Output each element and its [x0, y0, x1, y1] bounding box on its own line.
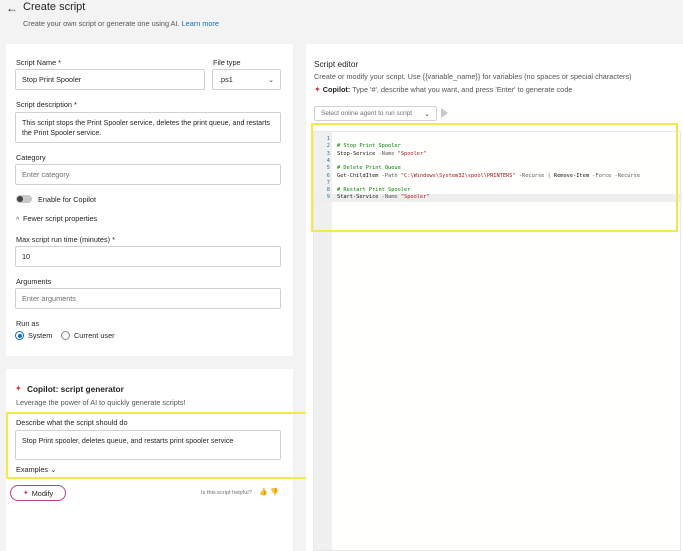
thumbs-down-icon[interactable]: 👎	[270, 488, 279, 496]
description-label: Script description *	[16, 100, 77, 109]
chevron-down-icon: ⌄	[268, 76, 274, 84]
run-as-current-user-label: Current user	[74, 331, 115, 340]
thumbs-up-icon[interactable]: 👍	[259, 488, 268, 496]
max-runtime-input[interactable]: 10	[15, 246, 281, 267]
generator-title: Copilot: script generator	[27, 384, 124, 394]
page-title: Create script	[23, 1, 86, 13]
modify-label: Modify	[31, 488, 54, 498]
file-type-label: File type	[213, 58, 241, 67]
copilot-hint: ✦ Copilot: Type '#', describe what you w…	[314, 85, 573, 94]
run-as-system-radio[interactable]	[15, 331, 24, 340]
copilot-toggle[interactable]	[16, 195, 32, 203]
file-type-select[interactable]: .ps1 ⌄	[212, 69, 281, 90]
copilot-sparkle-icon: ✦	[15, 384, 22, 393]
file-type-value: .ps1	[219, 75, 233, 84]
copilot-sparkle-icon: ✦	[314, 85, 321, 94]
highlight-box-editor	[311, 123, 678, 232]
page-subtitle: Create your own script or generate one u…	[23, 19, 219, 28]
run-script-icon[interactable]	[441, 108, 448, 118]
run-as-current-user-radio[interactable]	[61, 331, 70, 340]
description-textarea[interactable]: This script stops the Print Spooler serv…	[15, 112, 281, 143]
helpful-prompt: Is this script helpful?	[201, 490, 252, 496]
category-label: Category	[16, 153, 46, 162]
script-name-label: Script Name *	[16, 58, 62, 67]
run-as-label: Run as	[16, 319, 40, 328]
chevron-down-icon: ⌄	[424, 110, 430, 118]
script-name-input[interactable]: Stop Print Spooler	[15, 69, 205, 90]
copilot-toggle-label: Enable for Copilot	[38, 195, 97, 204]
learn-more-link[interactable]: Learn more	[182, 19, 219, 28]
generator-subtitle: Leverage the power of AI to quickly gene…	[16, 398, 186, 407]
page-header: ← Create script Create your own script o…	[0, 0, 683, 40]
arguments-label: Arguments	[16, 277, 52, 286]
category-input[interactable]: Enter category	[15, 164, 281, 185]
max-runtime-label: Max script run time (minutes) *	[16, 235, 115, 244]
editor-subtitle: Create or modify your script. Use {{vari…	[314, 72, 632, 81]
run-as-system-label: System	[28, 331, 53, 340]
highlight-box-prompt	[6, 412, 324, 479]
copilot-sparkle-icon: ✦	[22, 490, 29, 497]
modify-button[interactable]: ✦ Modify	[10, 485, 66, 501]
chevron-up-icon[interactable]: ^	[16, 215, 19, 224]
agent-select-value: Select online agent to run script	[321, 110, 413, 117]
arrow-left-icon[interactable]: ←	[6, 1, 18, 15]
editor-title: Script editor	[314, 59, 359, 69]
agent-select[interactable]: Select online agent to run script ⌄	[314, 106, 437, 121]
fewer-properties-toggle[interactable]: Fewer script properties	[23, 214, 97, 223]
arguments-input[interactable]: Enter arguments	[15, 288, 281, 309]
